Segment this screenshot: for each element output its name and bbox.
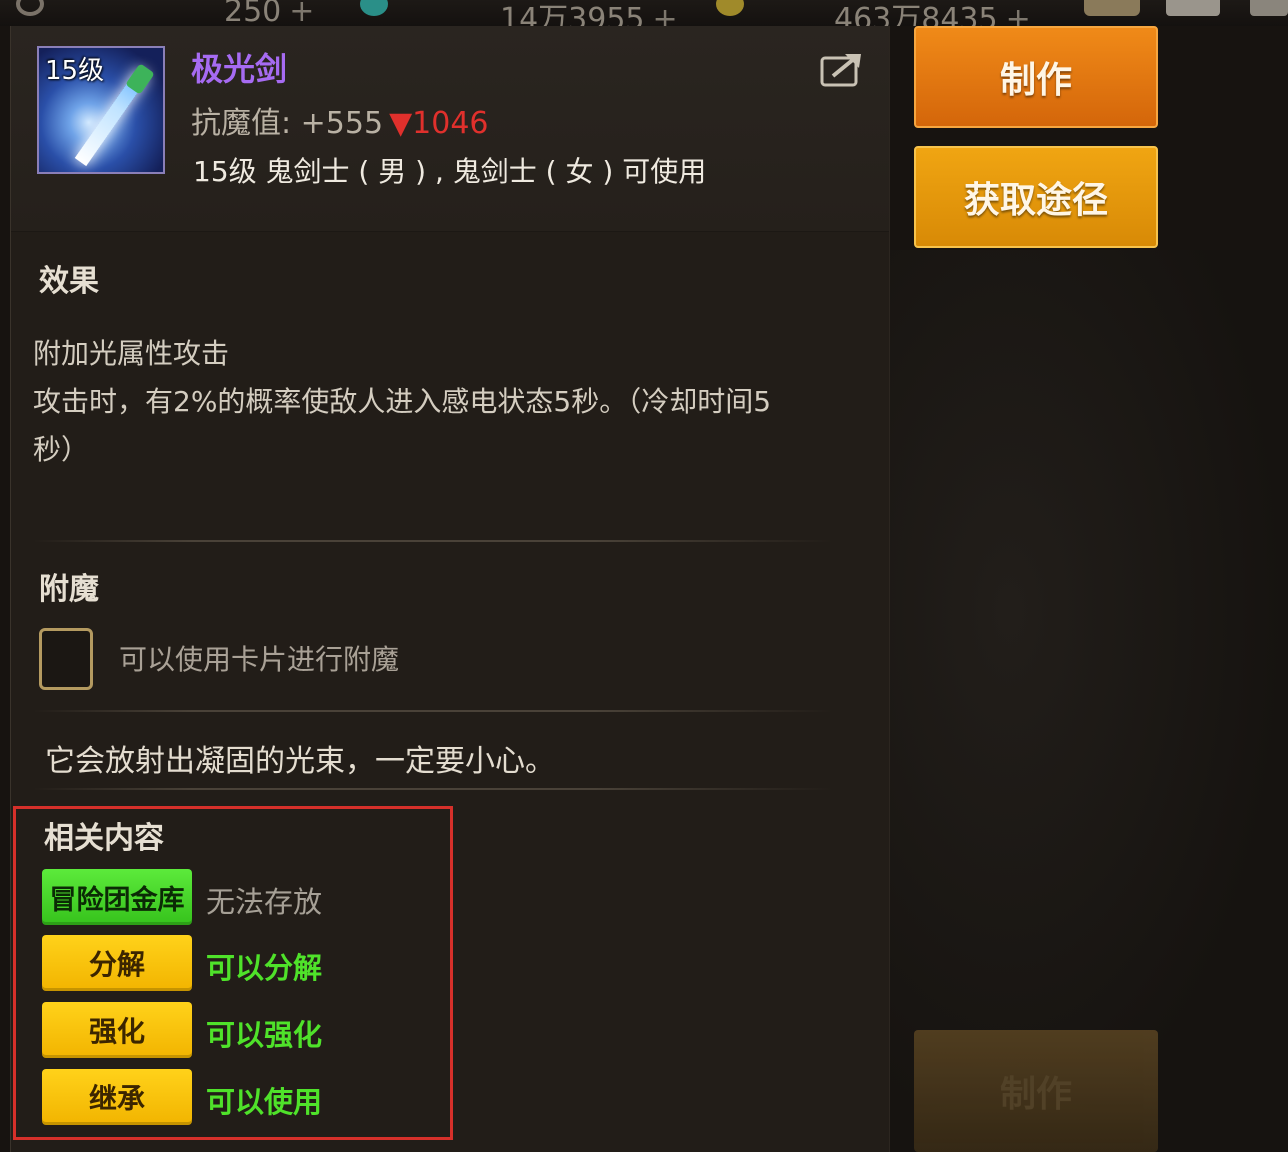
magic-resistance-stat: 抗魔值: +555 ▼1046	[191, 98, 489, 142]
stat-label: 抗魔值:	[191, 106, 292, 141]
tag-enhance[interactable]: 强化	[42, 1002, 192, 1058]
effect-line: 附加光属性攻击	[33, 337, 230, 370]
chest-icon[interactable]	[1084, 0, 1140, 16]
currency-3: 463万8435 +	[834, 0, 1031, 26]
add-currency-3-icon[interactable]: +	[1006, 2, 1031, 26]
share-icon[interactable]	[819, 50, 865, 88]
gold-coin-icon	[716, 0, 744, 16]
background-area	[890, 250, 1288, 1152]
stat-decrease: ▼1046	[389, 106, 489, 141]
card-slot-hint: 可以使用卡片进行附魔	[119, 643, 400, 676]
currency-1: 250 +	[224, 0, 314, 26]
tag-inherit[interactable]: 继承	[42, 1069, 192, 1125]
effect-line: 攻击时，有2%的概率使敌人进入感电状态5秒。（冷却时间5	[33, 385, 772, 418]
item-header: 15级 极光剑 抗魔值: +555 ▼1046 15级 鬼剑士 ( 男 ) , 鬼…	[11, 26, 889, 232]
currency-bar: 250 + 14万3955 + 463万8435 +	[0, 0, 1288, 26]
currency-2: 14万3955 +	[500, 0, 678, 26]
divider	[33, 540, 833, 542]
coin-icon	[16, 0, 44, 16]
gem-icon	[360, 0, 388, 16]
tag-desc-vault: 无法存放	[206, 885, 323, 919]
item-tooltip-panel: 15级 极光剑 抗魔值: +555 ▼1046 15级 鬼剑士 ( 男 ) , 鬼…	[10, 26, 890, 1152]
related-title: 相关内容	[44, 821, 164, 856]
enchant-title: 附魔	[39, 572, 99, 607]
craft-button-background: 制作	[914, 1030, 1158, 1152]
card-slot[interactable]	[39, 628, 93, 690]
tag-desc-inherit: 可以使用	[206, 1085, 323, 1119]
tag-adventure-vault[interactable]: 冒险团金库	[42, 869, 192, 925]
add-currency-2-icon[interactable]: +	[653, 2, 678, 26]
craft-button[interactable]: 制作	[914, 26, 1158, 128]
class-requirement: 15级 鬼剑士 ( 男 ) , 鬼剑士 ( 女 ) 可使用	[193, 155, 707, 188]
add-currency-1-icon[interactable]: +	[289, 0, 314, 26]
divider	[33, 710, 833, 712]
related-content-box: 相关内容 冒险团金库 无法存放 分解 可以分解 强化 可以强化 继承 可以使用	[13, 806, 453, 1140]
tag-desc-disassemble: 可以分解	[206, 951, 323, 985]
item-level-badge: 15级	[45, 56, 105, 86]
effect-line: 秒）	[33, 433, 90, 466]
divider	[33, 788, 833, 790]
down-arrow-icon: ▼	[389, 106, 413, 141]
mail-icon[interactable]	[1166, 0, 1220, 16]
tag-desc-enhance: 可以强化	[206, 1018, 323, 1052]
stat-value: +555	[300, 106, 384, 141]
flavor-text: 它会放射出凝固的光束，一定要小心。	[45, 744, 555, 779]
tag-disassemble[interactable]: 分解	[42, 935, 192, 991]
sword-icon[interactable]: 15级	[37, 46, 165, 174]
menu-icon[interactable]	[1250, 0, 1288, 16]
effect-title: 效果	[39, 264, 99, 299]
obtain-source-button[interactable]: 获取途径	[914, 146, 1158, 248]
item-name: 极光剑	[191, 50, 288, 88]
